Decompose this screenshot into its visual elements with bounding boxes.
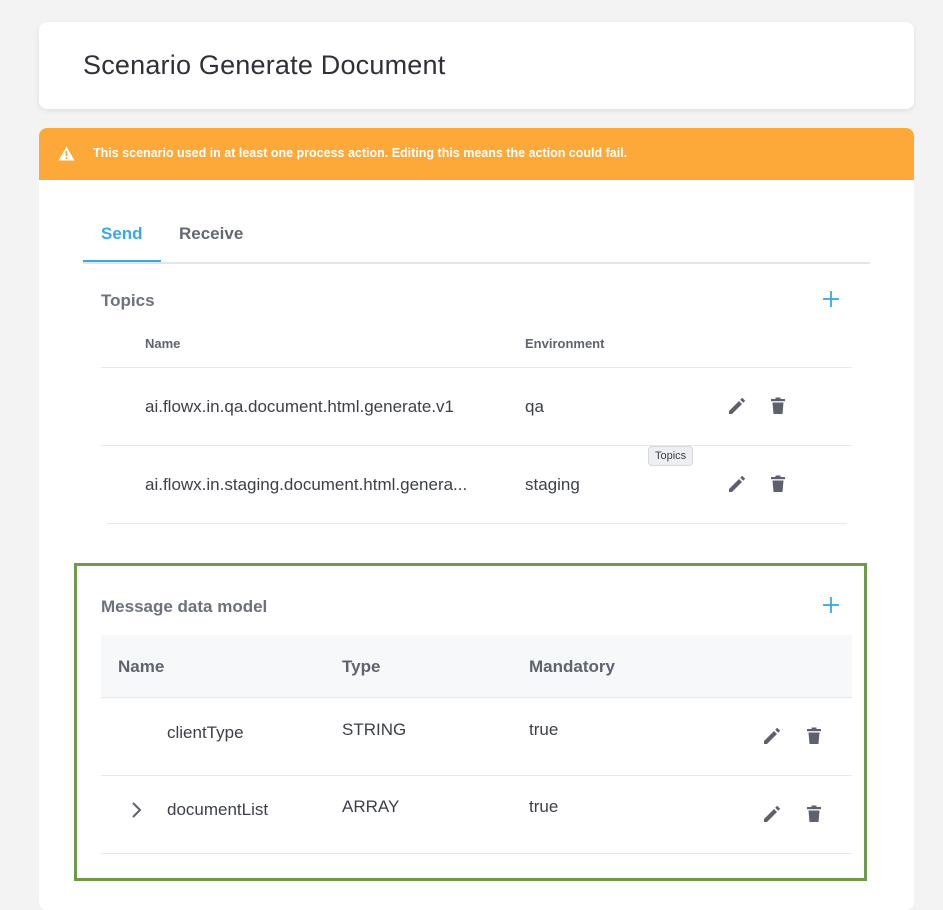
message-model-title: Message data model	[101, 597, 268, 616]
model-header-divider	[101, 697, 852, 698]
topics-header-divider	[101, 367, 852, 368]
tab-send[interactable]: Send	[101, 224, 143, 244]
add-topic-plus-icon[interactable]	[821, 289, 841, 309]
model-row-1-mandatory: true	[529, 720, 559, 739]
model-row-2-mandatory: true	[529, 797, 559, 816]
model-row-2-name: documentList	[167, 800, 269, 819]
delete-topic-2-trash-icon[interactable]	[767, 473, 789, 495]
warning-text: This scenario used in at least one proce…	[93, 146, 628, 160]
tab-receive[interactable]: Receive	[179, 224, 243, 244]
model-bottom-divider	[101, 853, 852, 854]
topic-row-2-environment: staging	[525, 475, 580, 494]
edit-topic-2-pencil-icon[interactable]	[726, 473, 748, 495]
message-model-header-row: Name Type Mandatory	[101, 635, 852, 697]
delete-field-1-trash-icon[interactable]	[803, 725, 825, 747]
edit-topic-1-pencil-icon[interactable]	[726, 395, 748, 417]
topic-row-2-name: ai.flowx.in.staging.document.html.genera…	[145, 475, 468, 494]
topics-row-divider	[101, 445, 852, 446]
topics-tooltip: Topics	[648, 446, 694, 466]
tab-bar: Send Receive	[83, 216, 870, 264]
model-row-1-type: STRING	[342, 720, 407, 739]
topic-row-1-environment: qa	[525, 397, 544, 416]
model-column-type: Type	[342, 657, 381, 676]
delete-field-2-trash-icon[interactable]	[803, 803, 825, 825]
topics-column-name: Name	[145, 336, 181, 351]
warning-icon	[58, 146, 75, 161]
topic-row-1-name: ai.flowx.in.qa.document.html.generate.v1	[145, 397, 455, 416]
model-row-divider	[101, 775, 852, 776]
header-card: Scenario Generate Document	[39, 22, 914, 109]
topics-title: Topics	[101, 291, 155, 310]
model-row-2-type: ARRAY	[342, 797, 400, 816]
edit-field-2-pencil-icon[interactable]	[761, 803, 783, 825]
active-tab-indicator	[83, 260, 161, 262]
page-title: Scenario Generate Document	[83, 50, 446, 80]
warning-banner: This scenario used in at least one proce…	[39, 128, 914, 180]
expand-chevron-right-icon[interactable]	[130, 801, 144, 819]
model-column-name: Name	[118, 657, 165, 676]
delete-topic-1-trash-icon[interactable]	[767, 395, 789, 417]
model-column-mandatory: Mandatory	[529, 657, 615, 676]
model-row-1-name: clientType	[167, 723, 244, 742]
add-field-plus-icon[interactable]	[821, 595, 841, 615]
edit-field-1-pencil-icon[interactable]	[761, 725, 783, 747]
main-card: Send Receive Topics Name Environment ai.…	[39, 180, 914, 910]
topics-bottom-divider	[107, 523, 847, 524]
topics-column-environment: Environment	[525, 336, 605, 351]
